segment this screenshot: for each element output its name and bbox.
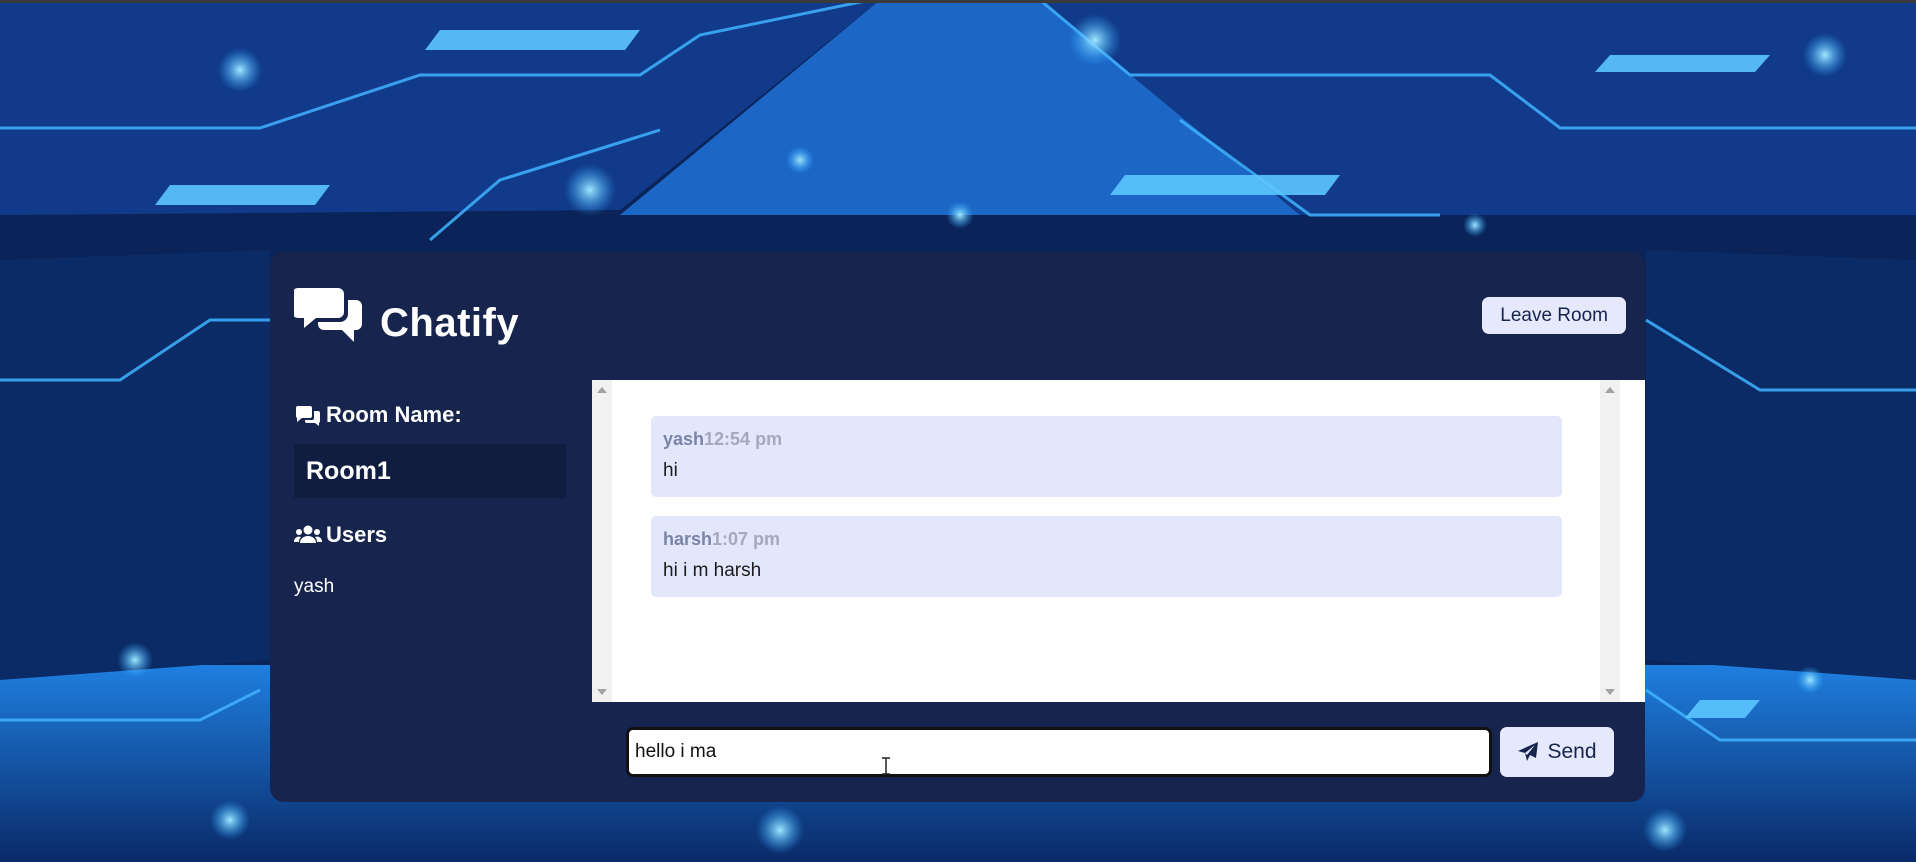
message: yash12:54 pm hi <box>651 416 1562 497</box>
users-icon <box>294 525 322 543</box>
chat-form: Send <box>626 727 1626 779</box>
message-user: yash <box>663 429 705 449</box>
app-logo: Chatify <box>294 284 520 345</box>
message-time: 1:07 pm <box>712 529 781 549</box>
sidebar: Room Name: Room1 Users yash <box>270 380 592 802</box>
room-heading-label: Room Name: <box>326 402 462 427</box>
right-scrollbar[interactable] <box>1600 380 1620 702</box>
room-heading: Room Name: <box>294 402 592 428</box>
message: harsh1:07 pm hi i m harsh <box>651 516 1562 597</box>
chat-messages-panel[interactable]: yash12:54 pm hi harsh1:07 pm hi i m hars… <box>592 380 1645 702</box>
paper-plane-icon <box>1518 742 1539 761</box>
message-meta: yash12:54 pm <box>663 429 1550 450</box>
message-meta: harsh1:07 pm <box>663 529 1550 550</box>
message-text: hi i m harsh <box>663 560 762 581</box>
user-list: yash <box>294 576 592 598</box>
leave-room-button[interactable]: Leave Room <box>1482 297 1626 334</box>
message-text: hi <box>663 460 678 481</box>
send-label: Send <box>1547 740 1597 763</box>
text-cursor-icon <box>882 757 890 775</box>
send-button[interactable]: Send <box>1500 727 1614 777</box>
users-heading: Users <box>294 522 592 548</box>
scroll-up-arrow-icon[interactable] <box>597 387 607 393</box>
comments-icon <box>294 288 362 342</box>
room-name: Room1 <box>294 444 566 498</box>
message-user: harsh <box>663 529 713 549</box>
app-title: Chatify <box>380 301 520 345</box>
message-time: 12:54 pm <box>704 429 783 449</box>
scroll-up-arrow-icon[interactable] <box>1605 387 1615 393</box>
users-heading-label: Users <box>326 522 388 547</box>
user-item: yash <box>294 576 335 597</box>
comments-icon <box>295 406 321 426</box>
left-scrollbar[interactable] <box>592 380 612 702</box>
message-input[interactable] <box>626 727 1492 777</box>
chat-window: Chatify Leave Room Room Name: Room1 User… <box>270 252 1645 802</box>
scroll-down-arrow-icon[interactable] <box>1605 689 1615 695</box>
message-list: yash12:54 pm hi harsh1:07 pm hi i m hars… <box>651 416 1562 616</box>
chat-header: Chatify Leave Room <box>270 252 1645 380</box>
scroll-down-arrow-icon[interactable] <box>597 689 607 695</box>
